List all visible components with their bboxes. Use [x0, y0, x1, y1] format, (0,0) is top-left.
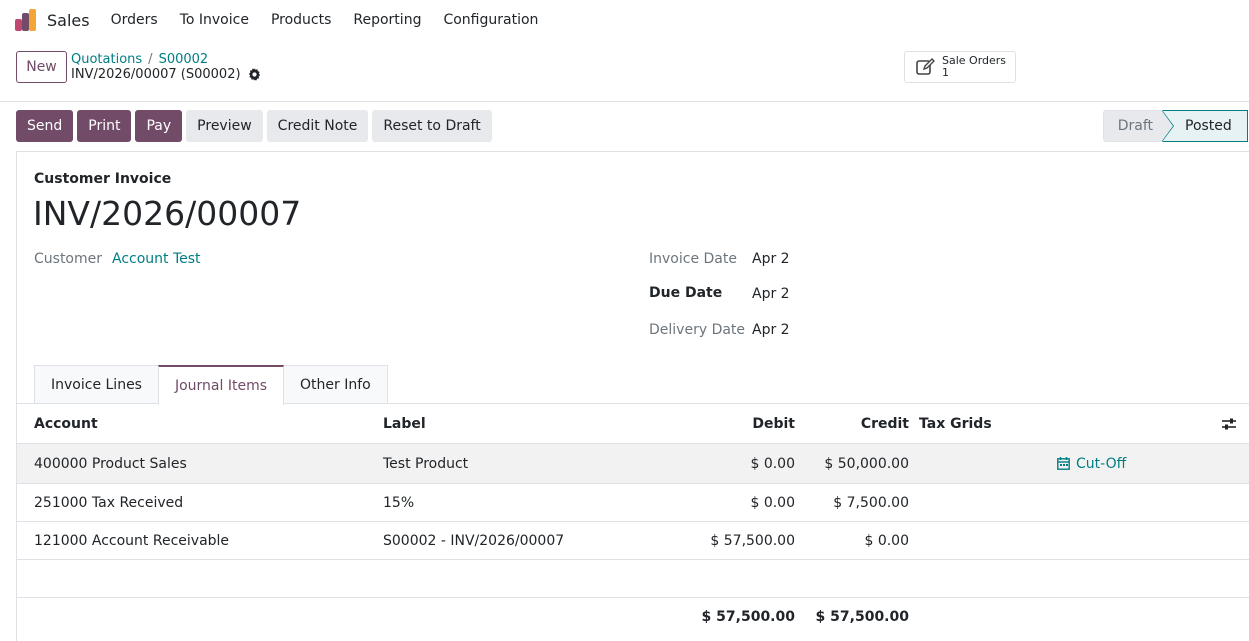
credit-note-button[interactable]: Credit Note: [266, 110, 369, 142]
notebook-tabs: Invoice Lines Journal Items Other Info: [34, 365, 388, 405]
total-credit: $ 57,500.00: [815, 609, 909, 625]
due-date-label: Due Date: [649, 285, 723, 301]
breadcrumb-order[interactable]: S00002: [159, 52, 209, 67]
action-bar: Send Print Pay Preview Credit Note Reset…: [16, 110, 496, 142]
invoice-sheet: Customer Invoice INV/2026/00007 Customer…: [16, 151, 1249, 641]
row-debit: $ 0.00: [750, 455, 795, 472]
total-debit: $ 57,500.00: [701, 609, 795, 625]
smart-button-label: Sale Orders: [942, 54, 1007, 67]
table-row[interactable]: 400000 Product Sales Test Product $ 0.00…: [17, 444, 1249, 484]
row-credit: $ 7,500.00: [833, 494, 909, 511]
new-button[interactable]: New: [16, 51, 67, 83]
status-draft[interactable]: Draft: [1103, 110, 1163, 142]
optional-columns-icon[interactable]: [1222, 404, 1244, 443]
reset-to-draft-button[interactable]: Reset to Draft: [372, 110, 492, 142]
tab-other-info[interactable]: Other Info: [283, 365, 388, 404]
header-debit[interactable]: Debit: [677, 404, 795, 443]
edit-icon: [916, 58, 935, 75]
header-label[interactable]: Label: [383, 404, 683, 443]
customer-link[interactable]: Account Test: [112, 251, 201, 267]
row-account: 251000 Tax Received: [34, 494, 184, 511]
top-navbar: Sales Orders To Invoice Products Reporti…: [0, 0, 1249, 40]
header-account[interactable]: Account: [34, 404, 374, 443]
header-credit[interactable]: Credit: [797, 404, 909, 443]
menu-to-invoice[interactable]: To Invoice: [180, 12, 249, 28]
breadcrumb-separator: /: [148, 52, 153, 67]
tab-invoice-lines[interactable]: Invoice Lines: [34, 365, 159, 404]
table-row[interactable]: 251000 Tax Received 15% $ 0.00 $ 7,500.0…: [17, 484, 1249, 522]
cutoff-label: Cut-Off: [1076, 455, 1127, 472]
row-debit: $ 0.00: [750, 494, 795, 511]
row-account: 400000 Product Sales: [34, 455, 187, 472]
customer-label: Customer: [34, 251, 103, 267]
totals-row: $ 57,500.00 $ 57,500.00: [17, 598, 1249, 636]
due-date-value[interactable]: Apr 2: [752, 286, 790, 302]
row-debit: $ 57,500.00: [710, 532, 795, 549]
app-brand[interactable]: Sales: [47, 11, 90, 30]
menu-products[interactable]: Products: [271, 12, 331, 28]
table-row[interactable]: 121000 Account Receivable S00002 - INV/2…: [17, 522, 1249, 560]
header-tax-grids[interactable]: Tax Grids: [919, 404, 1039, 443]
journal-items-table: Account Label Debit Credit Tax Grids 400…: [17, 403, 1249, 636]
invoice-number: INV/2026/00007: [33, 194, 302, 233]
smart-button-count: 1: [942, 66, 949, 79]
tab-journal-items[interactable]: Journal Items: [157, 365, 285, 405]
row-label: Test Product: [383, 455, 469, 472]
row-credit: $ 50,000.00: [824, 455, 909, 472]
sale-orders-smart-button[interactable]: Sale Orders 1: [904, 51, 1016, 83]
delivery-date-label: Delivery Date: [649, 322, 746, 338]
invoice-type: Customer Invoice: [34, 171, 172, 187]
table-header: Account Label Debit Credit Tax Grids: [17, 404, 1249, 444]
gear-icon[interactable]: [248, 68, 261, 81]
empty-row: [17, 560, 1249, 598]
row-account: 121000 Account Receivable: [34, 532, 230, 549]
sales-app-icon[interactable]: [15, 9, 37, 31]
record-title-text: INV/2026/00007 (S00002): [71, 67, 241, 82]
row-label: 15%: [383, 494, 415, 511]
record-title: INV/2026/00007 (S00002): [71, 67, 261, 82]
status-bar: Draft Posted: [1103, 110, 1248, 142]
menu-reporting[interactable]: Reporting: [353, 12, 421, 28]
send-button[interactable]: Send: [16, 110, 74, 142]
breadcrumb: Quotations / S00002: [71, 52, 208, 67]
calendar-icon: [1057, 457, 1070, 470]
row-label: S00002 - INV/2026/00007: [383, 532, 565, 549]
row-credit: $ 0.00: [864, 532, 909, 549]
print-button[interactable]: Print: [77, 110, 132, 142]
status-posted[interactable]: Posted: [1162, 110, 1248, 142]
breadcrumb-quotations[interactable]: Quotations: [71, 52, 142, 67]
pay-button[interactable]: Pay: [135, 110, 183, 142]
menu-orders[interactable]: Orders: [111, 12, 158, 28]
invoice-date-value[interactable]: Apr 2: [752, 251, 790, 267]
preview-button[interactable]: Preview: [186, 110, 263, 142]
invoice-date-label: Invoice Date: [649, 251, 737, 267]
cutoff-button[interactable]: Cut-Off: [1057, 444, 1177, 483]
control-panel: New Quotations / S00002 INV/2026/00007 (S0…: [0, 40, 1249, 102]
menu-configuration[interactable]: Configuration: [443, 12, 538, 28]
delivery-date-value[interactable]: Apr 2: [752, 322, 790, 338]
